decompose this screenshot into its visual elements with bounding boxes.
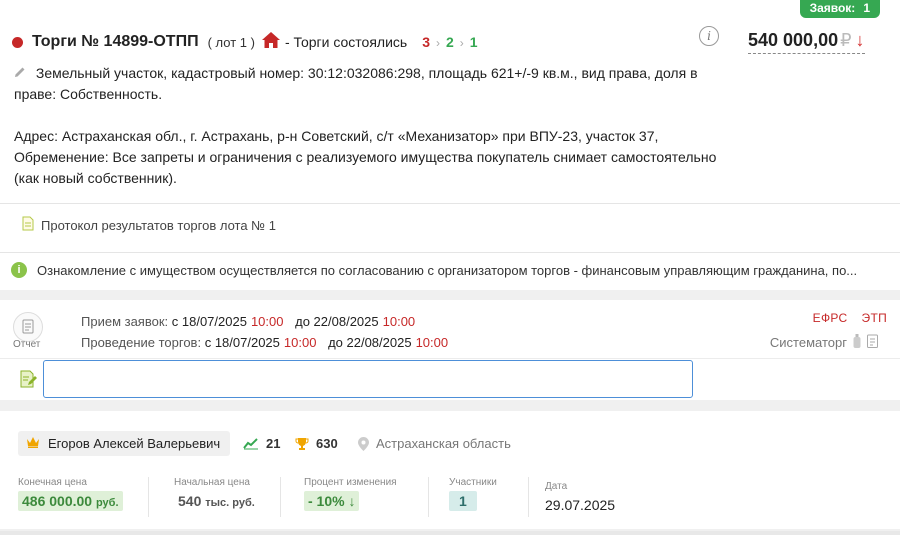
step-3: 3 xyxy=(422,34,430,50)
trophy-icon xyxy=(295,437,309,450)
arrow-down-icon: ↓ xyxy=(348,493,356,509)
chevron-right-icon: › xyxy=(459,36,464,50)
final-price-value: 486 000.00 руб. xyxy=(18,491,123,511)
stat-activity-value: 21 xyxy=(266,436,281,451)
metric-final-price: Конечная цена 486 000.00 руб. xyxy=(18,477,123,511)
document-icon xyxy=(22,216,34,234)
date-label: Дата xyxy=(545,481,568,492)
accept-from: с 18/07/2025 xyxy=(171,314,247,329)
report-label[interactable]: Отчет xyxy=(13,339,40,350)
current-price[interactable]: 540 000,00 ₽ ↓ xyxy=(748,30,865,54)
region-name: Астраханская область xyxy=(376,436,511,451)
chevron-right-icon: › xyxy=(435,36,440,50)
info-icon[interactable]: i xyxy=(699,26,719,46)
divider xyxy=(280,477,281,517)
status-dot-icon xyxy=(12,36,23,48)
divider xyxy=(0,252,900,253)
bottle-icon xyxy=(853,334,861,351)
currency-ruble: ₽ xyxy=(840,30,852,50)
lot-number: ( лот 1 ) xyxy=(207,34,255,50)
participants-label: Участники xyxy=(449,477,497,488)
protocol-text: Протокол результатов торгов лота № 1 xyxy=(41,217,276,233)
bottom-divider xyxy=(0,531,900,535)
divider xyxy=(428,477,429,517)
start-price-label: Начальная цена xyxy=(174,477,250,488)
clipboard-icon[interactable] xyxy=(867,334,878,351)
description-line-1: Земельный участок, кадастровый номер: 30… xyxy=(14,65,698,102)
hold-row: Проведение торгов: с 18/07/2025 10:00 до … xyxy=(81,332,448,353)
metric-start-price: Начальная цена 540 тыс. руб. xyxy=(174,477,259,511)
notice-text: Ознакомление с имуществом осуществляется… xyxy=(37,262,858,278)
result-card: Егоров Алексей Валерьевич 21 630 Астраха… xyxy=(0,411,900,529)
house-icon xyxy=(261,31,281,53)
location-pin-icon xyxy=(358,436,369,451)
chart-line-icon xyxy=(243,438,258,450)
hold-to-time: 10:00 xyxy=(415,335,449,350)
stage-steps: 3 › 2 › 1 xyxy=(422,34,477,50)
region: Астраханская область xyxy=(358,431,511,456)
divider xyxy=(528,477,529,517)
hold-label: Проведение торгов: xyxy=(81,335,202,350)
report-icon[interactable] xyxy=(13,312,43,342)
stat-wins: 630 xyxy=(295,431,338,456)
auction-status: - Торги состоялись xyxy=(284,34,408,50)
note-edit-icon[interactable] xyxy=(18,369,38,394)
winner-chip[interactable]: Егоров Алексей Валерьевич xyxy=(18,431,231,456)
participants-value: 1 xyxy=(449,491,477,511)
title-row: Торги № 14899-ОТПП ( лот 1 ) - Торги сос… xyxy=(12,31,478,53)
applications-label: Заявок: xyxy=(809,1,856,15)
accept-to: до 22/08/2025 xyxy=(295,314,379,329)
divider xyxy=(0,358,900,359)
auction-title[interactable]: Торги № 14899-ОТПП xyxy=(32,33,199,51)
price-value: 540 000,00 xyxy=(748,30,839,50)
stat-wins-value: 630 xyxy=(316,436,338,451)
pencil-icon[interactable] xyxy=(14,65,30,81)
percent-change-label: Процент изменения xyxy=(304,477,397,488)
accept-to-time: 10:00 xyxy=(382,314,416,329)
stat-activity: 21 xyxy=(243,431,280,456)
final-price-label: Конечная цена xyxy=(18,477,87,488)
hold-to: до 22/08/2025 xyxy=(328,335,412,350)
lot-card: Заявок: 1 Торги № 14899-ОТПП ( лот 1 ) - … xyxy=(0,0,900,290)
operator-row: Систематорг xyxy=(770,334,878,351)
divider xyxy=(148,477,149,517)
operator-name[interactable]: Систематорг xyxy=(770,335,847,350)
metric-percent-change: Процент изменения - 10% ↓ xyxy=(304,477,397,511)
description-line-2: Адрес: Астраханская обл., г. Астрахань, … xyxy=(14,128,717,186)
metric-participants: Участники 1 xyxy=(449,477,497,511)
step-2: 2 xyxy=(445,34,454,50)
applications-badge: Заявок: 1 xyxy=(799,0,880,18)
schedule-card: Отчет Прием заявок: с 18/07/2025 10:00 до… xyxy=(0,300,900,400)
comment-input[interactable] xyxy=(43,360,693,398)
accept-row: Прием заявок: с 18/07/2025 10:00 до 22/08… xyxy=(81,311,448,332)
info-bulb-icon: i xyxy=(11,262,27,278)
schedule-dates: Прием заявок: с 18/07/2025 10:00 до 22/08… xyxy=(81,311,448,353)
hold-from: с 18/07/2025 xyxy=(204,335,280,350)
date-value: 29.07.2025 xyxy=(545,497,616,513)
accept-from-time: 10:00 xyxy=(250,314,284,329)
accept-label: Прием заявок: xyxy=(81,314,169,329)
winner-name: Егоров Алексей Валерьевич xyxy=(48,436,221,451)
hold-from-time: 10:00 xyxy=(283,335,317,350)
inspection-notice[interactable]: i Ознакомление с имуществом осуществляет… xyxy=(11,262,857,278)
platform-links: ЕФРС ЭТП xyxy=(813,311,887,325)
applications-count: 1 xyxy=(863,1,870,15)
crown-icon xyxy=(26,436,40,451)
percent-change-value: - 10% ↓ xyxy=(304,491,360,511)
step-1: 1 xyxy=(469,34,478,50)
etp-link[interactable]: ЭТП xyxy=(862,311,887,325)
arrow-down-icon: ↓ xyxy=(855,30,865,50)
lot-description: Земельный участок, кадастровый номер: 30… xyxy=(14,63,734,189)
efrs-link[interactable]: ЕФРС xyxy=(813,311,848,325)
start-price-value: 540 тыс. руб. xyxy=(178,493,255,509)
divider xyxy=(0,203,900,204)
protocol-link[interactable]: Протокол результатов торгов лота № 1 xyxy=(22,216,276,234)
metric-date: Дата 29.07.2025 xyxy=(545,481,615,515)
